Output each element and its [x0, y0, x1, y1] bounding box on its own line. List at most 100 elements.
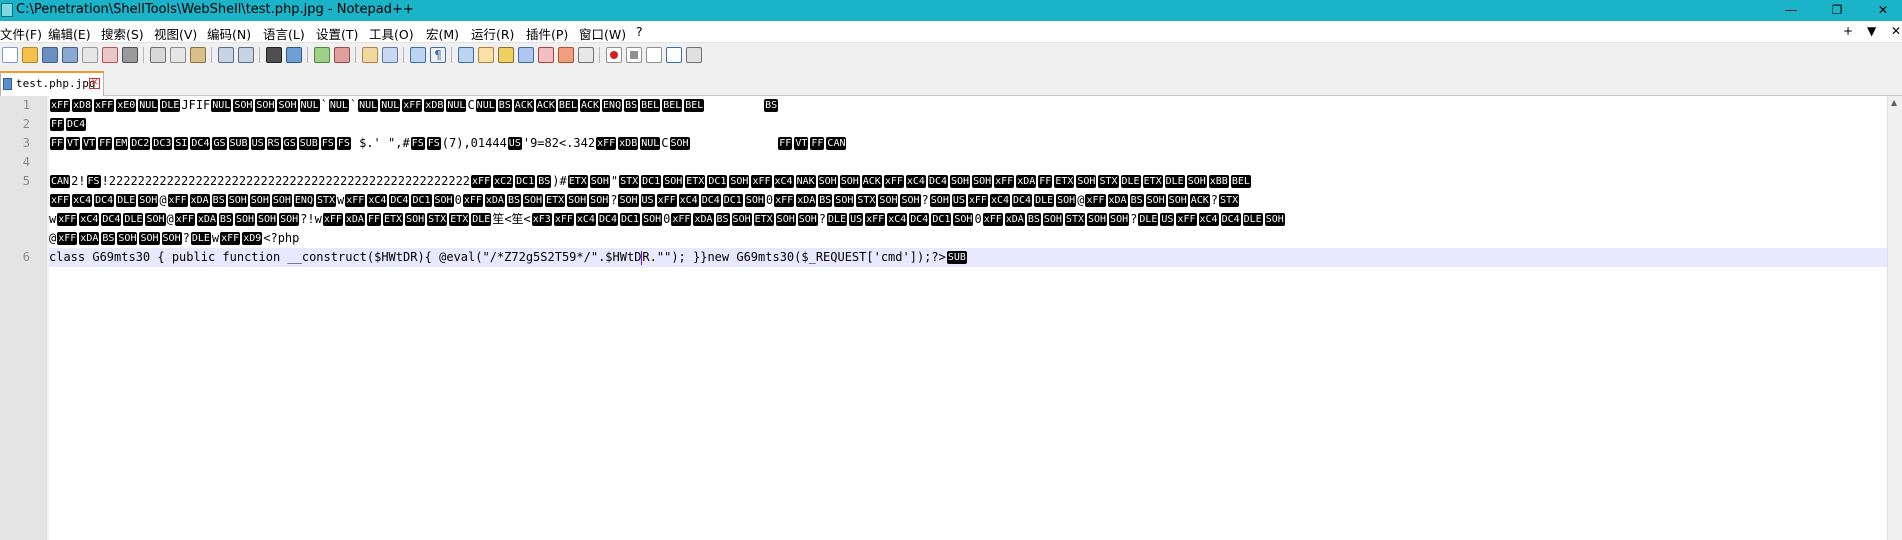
control-char-badge: BEL: [684, 99, 705, 112]
zoom-out-icon[interactable]: [334, 47, 350, 63]
code-line[interactable]: FF VT VT FF EM DC2 DC3 SI DC4 GS SUB US RS GS SUB FS FS …: [49, 134, 1887, 153]
control-char-badge: xC4: [72, 194, 93, 207]
stop-macro-icon[interactable]: [626, 47, 642, 63]
sync-vertical-icon[interactable]: [362, 47, 378, 63]
folder-as-workspace-icon[interactable]: [538, 47, 554, 63]
control-char-badge: ACK: [861, 175, 882, 188]
play-macro-icon[interactable]: [646, 47, 662, 63]
control-char-badge: NUL: [211, 99, 232, 112]
tab-list-dropdown-icon[interactable]: ▼: [1867, 24, 1876, 38]
save-icon[interactable]: [42, 47, 58, 63]
document-map-icon[interactable]: [498, 47, 514, 63]
new-file-icon[interactable]: [2, 47, 18, 63]
code-line[interactable]: xFF xC4 DC4 DLE SOH @ xFF xDA BS SOH SOH SOH ENQ STX w…: [49, 191, 1887, 210]
control-char-badge: DC4: [190, 137, 211, 150]
close-document-icon[interactable]: ✕: [1891, 24, 1901, 38]
control-char-badge: xDB: [618, 137, 639, 150]
cut-icon[interactable]: [150, 47, 166, 63]
new-tab-plus-icon[interactable]: +: [1843, 24, 1853, 38]
save-macro-icon[interactable]: [686, 47, 702, 63]
undo-icon[interactable]: [218, 47, 234, 63]
control-char-badge: SOH: [839, 175, 860, 188]
menu-help[interactable]: ?: [636, 24, 643, 39]
code-text: w: [49, 212, 57, 226]
menu-edit[interactable]: 编辑(E): [48, 24, 91, 43]
control-char-badge: FS: [86, 175, 101, 188]
code-text: JFIF: [181, 98, 211, 112]
control-char-badge: xFF: [322, 213, 343, 226]
menu-encoding[interactable]: 编码(N): [207, 24, 251, 43]
menu-file[interactable]: 文件(F): [0, 24, 42, 43]
menu-view[interactable]: 视图(V): [154, 24, 197, 43]
code-text: 0: [765, 193, 774, 207]
menu-window[interactable]: 窗口(W): [579, 24, 626, 43]
control-char-badge: US: [951, 194, 966, 207]
code-line[interactable]: FF DC4: [49, 115, 1887, 134]
preview-eye-icon[interactable]: [578, 47, 594, 63]
toolbar-separator: [307, 47, 308, 63]
control-char-badge: US: [507, 137, 522, 150]
menu-plugins[interactable]: 插件(P): [526, 24, 568, 43]
control-char-badge: NAK: [795, 175, 816, 188]
menu-tools[interactable]: 工具(O): [369, 24, 414, 43]
line-number: 2: [22, 117, 30, 131]
zoom-in-icon[interactable]: [314, 47, 330, 63]
control-char-badge: xF3: [531, 213, 552, 226]
control-char-badge: xFF: [671, 213, 692, 226]
scroll-up-arrow-icon[interactable]: ▲: [1891, 98, 1897, 107]
close-file-icon[interactable]: [82, 47, 98, 63]
close-all-icon[interactable]: [102, 47, 118, 63]
control-char-badge: NUL: [640, 137, 661, 150]
open-file-icon[interactable]: [22, 47, 38, 63]
control-char-badge: FF: [1038, 175, 1053, 188]
control-char-badge: SOH: [1167, 194, 1188, 207]
copy-icon[interactable]: [170, 47, 186, 63]
menu-run[interactable]: 运行(R): [471, 24, 514, 43]
control-char-badge: SOH: [1086, 213, 1108, 226]
code-line[interactable]: CAN 2! FS !22222222222222222222222222222222…: [49, 172, 1887, 191]
replace-icon[interactable]: [286, 47, 302, 63]
menu-settings[interactable]: 设置(T): [316, 24, 358, 43]
control-char-badge: DC4: [700, 194, 721, 207]
control-char-badge: BS: [1129, 194, 1144, 207]
line-number-gutter: 1 2 3 4 5 6: [0, 96, 47, 540]
control-char-badge: xBB: [1208, 175, 1229, 188]
code-line[interactable]: xFF xD8 xFF xE0 NUL DLE JFIF NUL SOH SOH SOH NUL ` NU…: [49, 96, 1887, 115]
word-wrap-icon[interactable]: [410, 47, 426, 63]
redo-icon[interactable]: [238, 47, 254, 63]
function-list-icon[interactable]: [518, 47, 534, 63]
code-text: $.' ",#: [351, 136, 410, 150]
show-all-characters-icon[interactable]: ¶: [430, 47, 446, 63]
close-button[interactable]: ✕: [1860, 0, 1902, 21]
notepad-plus-plus-icon: [1, 3, 13, 17]
run-macro-multiple-icon[interactable]: [666, 47, 682, 63]
control-char-badge: xFF: [883, 175, 904, 188]
editor[interactable]: 1 2 3 4 5 6 xFF xD8 xFF xE0 NUL DLE JFIF NUL SOH…: [0, 96, 1902, 540]
menu-language[interactable]: 语言(L): [263, 24, 305, 43]
code-text: w: [337, 193, 345, 207]
code-line[interactable]: w xFF xC4 DC4 DLE SOH @ xFF xDA BS SOH SOH SOH ?!w xFF…: [49, 210, 1887, 229]
code-line[interactable]: [49, 153, 1887, 172]
save-all-icon[interactable]: [62, 47, 78, 63]
control-char-badge: FF: [50, 137, 65, 150]
code-line[interactable]: @ xFF xDA BS SOH SOH SOH? DLE w xFF xD9 <?php: [49, 229, 1887, 248]
code-line-current[interactable]: class G69mts30 { public function __const…: [49, 248, 1887, 267]
restore-button[interactable]: ❐: [1814, 0, 1860, 21]
tab-close-icon[interactable]: ✕: [89, 78, 100, 89]
control-char-badge: xFF: [596, 137, 617, 150]
sync-horizontal-icon[interactable]: [382, 47, 398, 63]
indent-guide-icon[interactable]: [458, 47, 474, 63]
monitoring-icon[interactable]: [558, 47, 574, 63]
menu-search[interactable]: 搜索(S): [101, 24, 144, 43]
find-icon[interactable]: [266, 47, 282, 63]
control-char-badge: STX: [1064, 213, 1085, 226]
minimize-button[interactable]: —: [1768, 0, 1814, 21]
record-macro-icon[interactable]: [606, 47, 622, 63]
vertical-scrollbar[interactable]: ▲: [1887, 96, 1902, 540]
tab-test-php-jpg[interactable]: test.php.jpg ✕: [0, 71, 104, 96]
paste-icon[interactable]: [190, 47, 206, 63]
print-icon[interactable]: [122, 47, 138, 63]
menu-macro[interactable]: 宏(M): [426, 24, 459, 43]
user-defined-language-icon[interactable]: [478, 47, 494, 63]
